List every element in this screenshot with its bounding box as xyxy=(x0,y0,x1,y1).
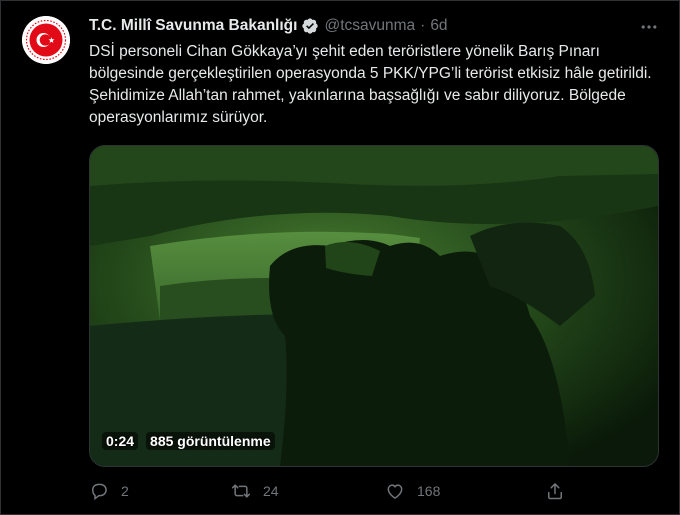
heart-icon xyxy=(387,484,403,499)
video-view-count: 885 görüntülenme xyxy=(146,432,275,450)
video-overlay: 0:24 885 görüntülenme xyxy=(102,430,275,452)
reply-button[interactable]: 2 xyxy=(89,479,129,503)
tweet-header: T.C. Millî Savunma Bakanlığı @tcsavunma … xyxy=(89,15,448,37)
verified-badge-icon xyxy=(302,18,319,34)
retweet-count: 24 xyxy=(263,483,279,499)
reply-count: 2 xyxy=(121,483,129,499)
user-handle[interactable]: @tcsavunma xyxy=(324,17,415,35)
tweet-actions: 2 24 168 xyxy=(89,479,569,503)
like-button[interactable]: 168 xyxy=(385,479,440,503)
share-button[interactable] xyxy=(545,479,565,503)
tweet-text: DSİ personeli Cihan Gökkaya’yı şehit ede… xyxy=(89,43,652,126)
tweet-timestamp[interactable]: 6d xyxy=(430,17,447,35)
video-player[interactable]: 0:24 885 görüntülenme xyxy=(89,145,659,467)
video-duration: 0:24 xyxy=(102,432,139,450)
tweet-card[interactable]: T.C. Millî Savunma Bakanlığı @tcsavunma … xyxy=(0,0,680,515)
retweet-icon xyxy=(231,484,251,498)
more-options-icon[interactable] xyxy=(639,17,659,37)
avatar[interactable] xyxy=(22,16,70,64)
ministry-emblem-icon xyxy=(22,16,70,64)
reply-icon xyxy=(91,483,107,501)
separator-dot: · xyxy=(420,17,426,34)
share-icon xyxy=(548,483,562,500)
like-count: 168 xyxy=(417,483,441,499)
video-thumbnail xyxy=(90,146,658,466)
display-name[interactable]: T.C. Millî Savunma Bakanlığı xyxy=(89,17,297,35)
retweet-button[interactable]: 24 xyxy=(231,479,279,503)
